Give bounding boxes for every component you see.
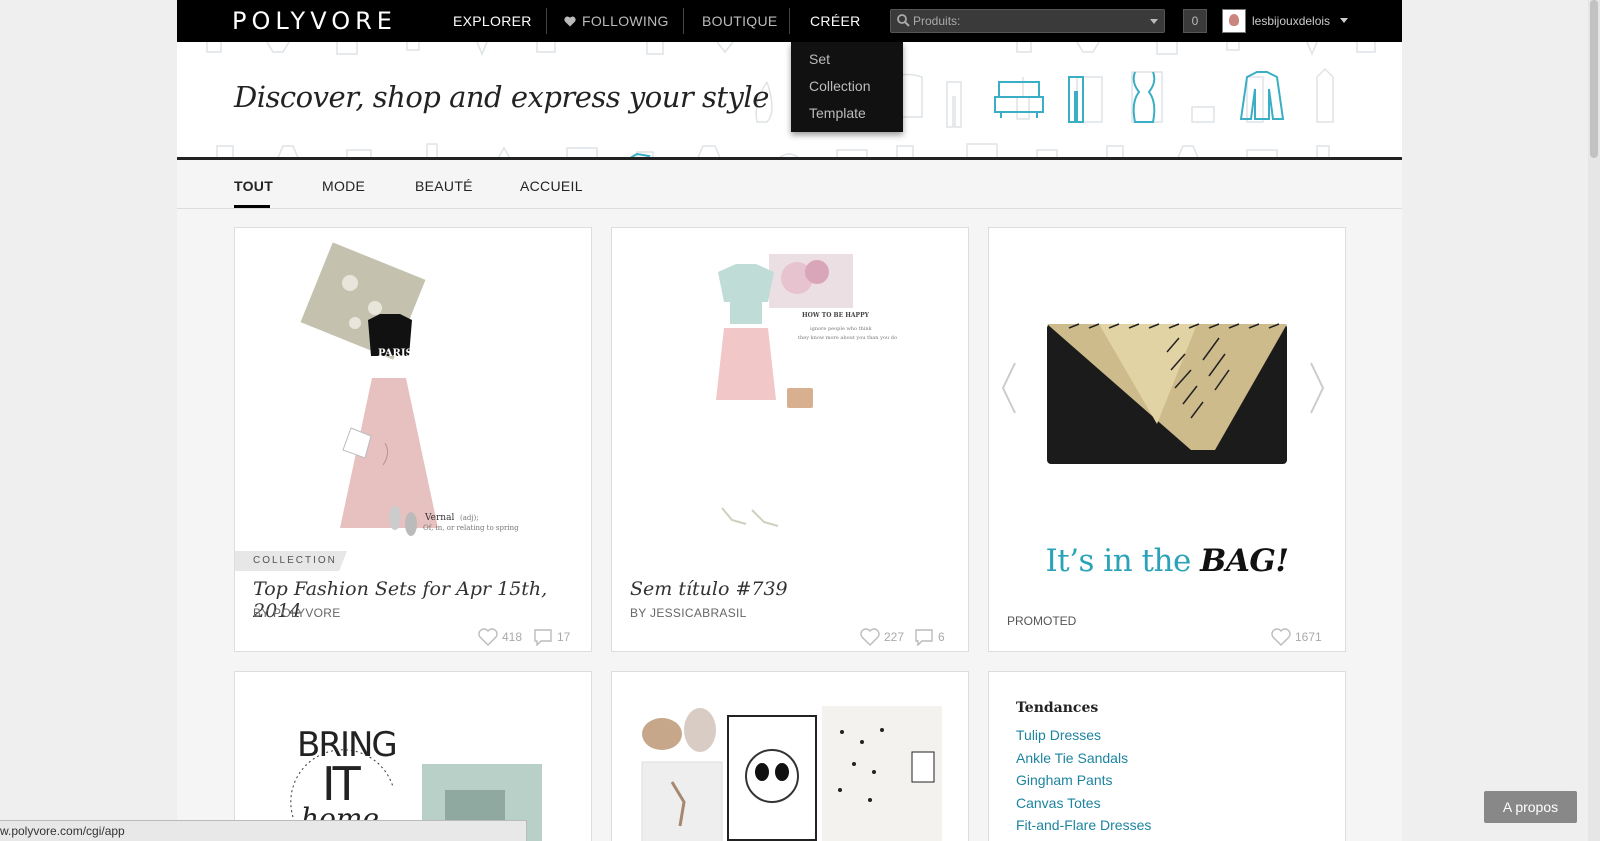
fashion-set-image[interactable]: PARIS Vernal (adj); Of, in, or relating … — [235, 228, 592, 548]
ad-headline-part: It’s in the — [1045, 543, 1201, 579]
nav-creer[interactable]: CRÉER — [810, 13, 861, 29]
trend-link[interactable]: Ankle Tie Sandals — [1016, 750, 1128, 766]
comment-count-value: 6 — [938, 630, 945, 644]
card-title[interactable]: Sem título #739 — [630, 578, 788, 600]
carousel-next-icon — [1310, 362, 1325, 414]
nav-separator — [789, 8, 790, 34]
card-author[interactable]: BY POLYVORE — [253, 606, 341, 620]
caption-sub2: they know more about you than you do — [798, 335, 897, 341]
hero-tagline: Discover, shop and express your style — [234, 80, 769, 114]
promoted-clutch-image[interactable] — [989, 228, 1346, 528]
trend-link[interactable]: Tulip Dresses — [1016, 727, 1101, 743]
page-container: POLYVORE EXPLORER FOLLOWING BOUTIQUE CRÉ… — [177, 0, 1402, 841]
notification-count[interactable]: 0 — [1183, 9, 1207, 33]
heart-outline-icon — [860, 628, 880, 646]
menu-item-template[interactable]: Template — [791, 104, 903, 131]
nav-following-label: FOLLOWING — [582, 13, 669, 29]
carousel-prev-icon — [1001, 362, 1016, 414]
hero-banner: Discover, shop and express your style — [177, 42, 1402, 160]
trends-title: Tendances — [1016, 700, 1099, 716]
nav-following[interactable]: FOLLOWING — [564, 13, 669, 29]
trend-link[interactable]: Gingham Pants — [1016, 772, 1113, 788]
set-image[interactable]: HOW TO BE HAPPY ignore people who think … — [612, 228, 969, 558]
search-scope-dropdown-icon[interactable] — [1150, 19, 1158, 24]
search-icon — [897, 14, 910, 32]
category-tabs: TOUT MODE BEAUTÉ ACCUEIL — [177, 163, 1402, 209]
page-scrollbar[interactable] — [1588, 0, 1600, 841]
trends-panel: Tendances Tulip Dresses Ankle Tie Sandal… — [988, 671, 1346, 841]
tab-accueil[interactable]: ACCUEIL — [520, 178, 583, 194]
active-tab-indicator — [234, 205, 270, 208]
creer-dropdown-menu: Set Collection Template — [791, 42, 903, 132]
caption-sub1: ignore people who think — [810, 326, 873, 332]
menu-item-set[interactable]: Set — [791, 50, 903, 77]
caption-word: Vernal — [424, 513, 454, 523]
tab-beaute[interactable]: BEAUTÉ — [415, 178, 473, 194]
caption-title: HOW TO BE HAPPY — [802, 312, 870, 319]
like-count[interactable]: 418 — [478, 628, 522, 646]
promoted-label: PROMOTED — [1007, 614, 1077, 628]
home-set-image[interactable] — [612, 672, 969, 841]
like-count-value: 227 — [884, 630, 905, 644]
trend-link[interactable]: Canvas Totes — [1016, 795, 1101, 811]
search-input[interactable] — [913, 13, 1143, 29]
like-count[interactable]: 227 — [860, 628, 904, 646]
trend-link[interactable]: Fit-and-Flare Dresses — [1016, 817, 1151, 833]
scrollbar-thumb[interactable] — [1590, 0, 1598, 158]
comment-count[interactable]: 6 — [914, 628, 945, 647]
ad-headline-emphasis: BAG! — [1200, 543, 1289, 579]
bring-it-home-image[interactable]: BRING IT home — [235, 672, 592, 841]
tab-tout[interactable]: TOUT — [234, 178, 273, 194]
card-author[interactable]: BY JESSICABRASIL — [630, 606, 747, 620]
feed-card-fashion-set[interactable]: PARIS Vernal (adj); Of, in, or relating … — [234, 227, 592, 652]
nav-explorer[interactable]: EXPLORER — [453, 13, 532, 29]
menu-item-collection[interactable]: Collection — [791, 77, 903, 104]
polyvore-logo[interactable]: POLYVORE — [232, 7, 397, 35]
like-count[interactable]: 1671 — [1271, 628, 1322, 646]
collection-ribbon: COLLECTION — [235, 551, 347, 571]
heart-icon — [564, 16, 576, 27]
feed-card-promoted[interactable]: It’s in the BAG! PROMOTED 1671 — [988, 227, 1346, 652]
comment-count[interactable]: 17 — [533, 628, 571, 647]
browser-status-bar: w.polyvore.com/cgi/app — [0, 820, 527, 841]
comment-icon — [534, 629, 552, 647]
caption-sub: Of, in, or relating to spring — [423, 524, 519, 532]
feed-card-set[interactable]: HOW TO BE HAPPY ignore people who think … — [611, 227, 969, 652]
user-menu-chevron-down-icon[interactable] — [1340, 18, 1348, 23]
caption-note: (adj); — [460, 514, 479, 522]
username[interactable]: lesbijouxdelois — [1252, 14, 1330, 28]
tab-mode[interactable]: MODE — [322, 178, 365, 194]
ad-headline[interactable]: It’s in the BAG! — [989, 543, 1345, 579]
avatar[interactable] — [1222, 9, 1246, 33]
top-nav: POLYVORE EXPLORER FOLLOWING BOUTIQUE CRÉ… — [177, 0, 1402, 42]
heart-outline-icon — [478, 628, 498, 646]
nav-separator — [546, 8, 547, 34]
feed-card-home-set[interactable] — [611, 671, 969, 841]
search-box — [890, 9, 1165, 33]
comment-icon — [915, 629, 933, 647]
like-count-value: 418 — [502, 630, 523, 644]
like-count-value: 1671 — [1295, 630, 1322, 644]
apropos-button[interactable]: A propos — [1484, 791, 1577, 823]
comment-count-value: 17 — [557, 630, 571, 644]
nav-boutique[interactable]: BOUTIQUE — [702, 13, 778, 29]
shirt-print-text: PARIS — [378, 348, 413, 359]
nav-separator — [683, 8, 684, 34]
heart-outline-icon — [1271, 628, 1291, 646]
feed-card-bring-it-home[interactable]: BRING IT home — [234, 671, 592, 841]
